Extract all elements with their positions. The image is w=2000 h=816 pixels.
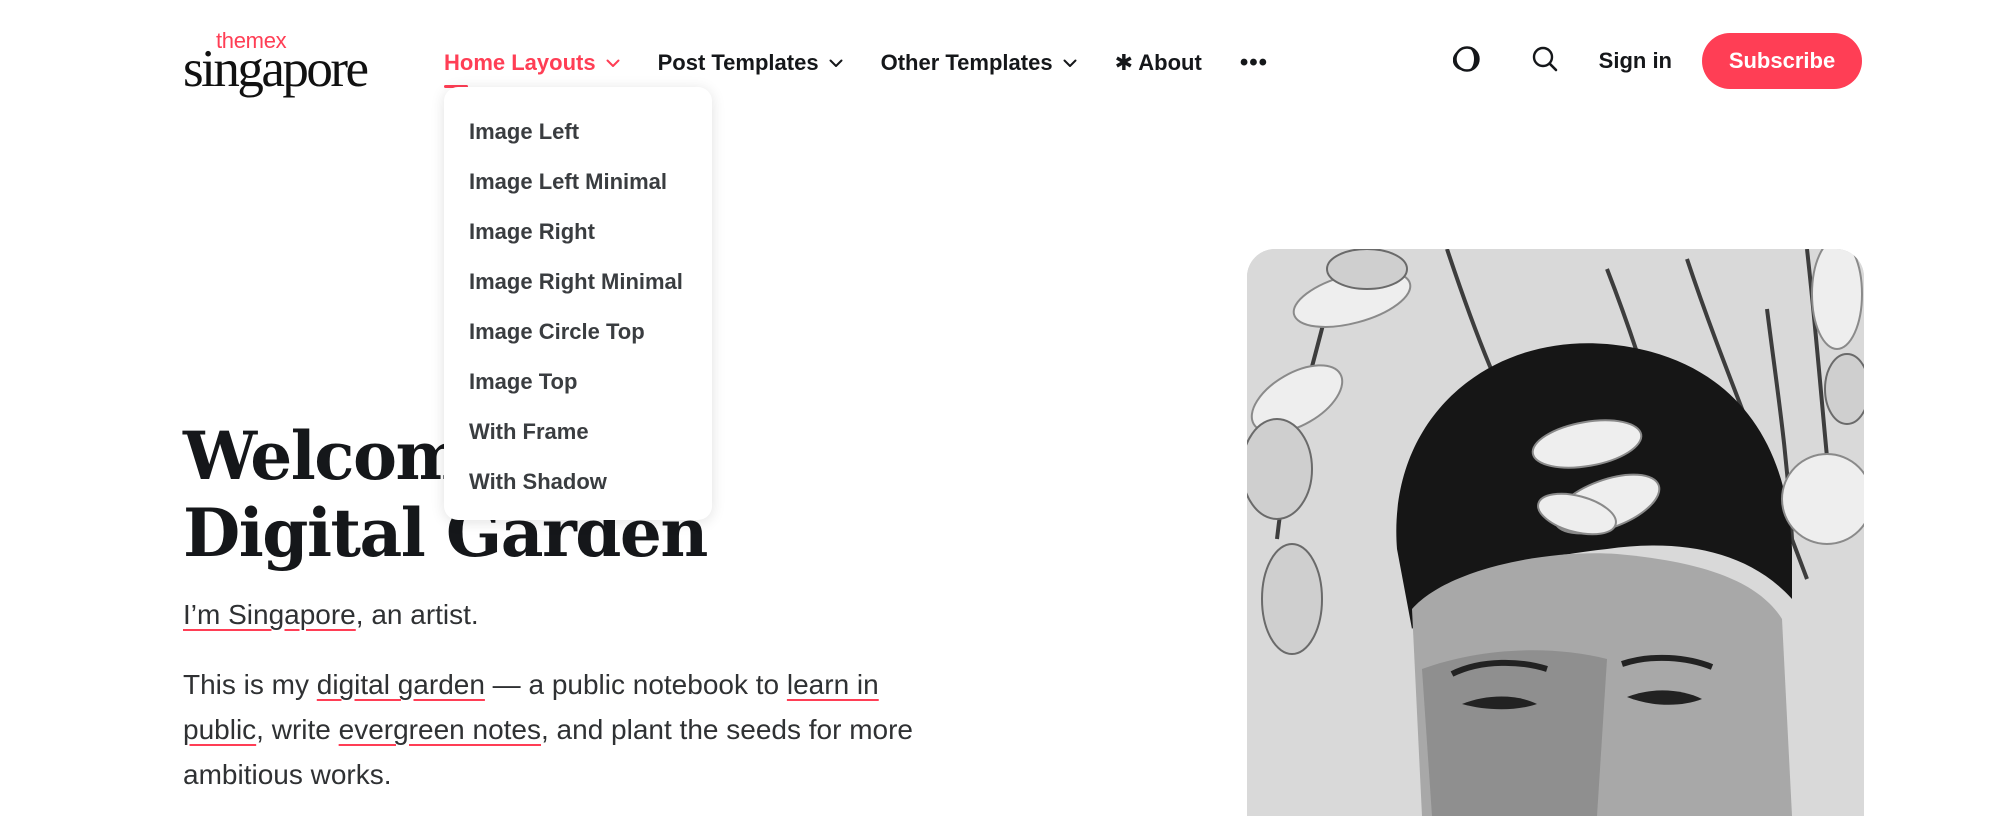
- more-dots-icon: •••: [1239, 49, 1269, 76]
- intro-text: , an artist.: [355, 599, 479, 630]
- dropdown-list: Image Left Image Left Minimal Image Righ…: [444, 87, 712, 507]
- description-text-2: — a public notebook to: [484, 669, 787, 700]
- header-actions: Sign in Subscribe: [1447, 33, 1862, 89]
- dropdown-item-image-right-minimal[interactable]: Image Right Minimal: [444, 257, 712, 307]
- dropdown-item-image-right[interactable]: Image Right: [444, 207, 712, 257]
- dropdown-item-with-frame[interactable]: With Frame: [444, 407, 712, 457]
- author-link[interactable]: I’m Singapore: [183, 599, 356, 630]
- chevron-down-icon: [829, 59, 843, 68]
- logo-wordmark: singapore: [183, 40, 369, 98]
- dropdown-item-image-top[interactable]: Image Top: [444, 357, 712, 407]
- nav-other-templates[interactable]: Other Templates: [881, 46, 1077, 80]
- portrait-illustration: [1247, 249, 1864, 816]
- nav-post-templates[interactable]: Post Templates: [658, 46, 843, 80]
- subscribe-button[interactable]: Subscribe: [1702, 33, 1862, 89]
- hero-intro: I’m Singapore, an artist.: [183, 595, 479, 635]
- digital-garden-link[interactable]: digital garden: [317, 669, 485, 700]
- nav-post-templates-label: Post Templates: [657, 50, 819, 75]
- description-text-3: , write: [256, 714, 339, 745]
- description-text-1: This is my: [183, 669, 317, 700]
- search-icon: [1531, 45, 1559, 78]
- subscribe-label: Subscribe: [1728, 48, 1836, 73]
- site-logo[interactable]: themex singapore: [183, 30, 383, 98]
- home-layouts-dropdown: Image Left Image Left Minimal Image Righ…: [444, 87, 712, 520]
- nav-more-button[interactable]: •••: [1240, 46, 1268, 80]
- theme-toggle-button[interactable]: [1447, 41, 1487, 81]
- dropdown-item-image-left[interactable]: Image Left: [444, 107, 712, 157]
- half-moon-icon: [1452, 45, 1481, 78]
- chevron-down-icon: [1063, 59, 1077, 68]
- chevron-down-icon: [606, 59, 620, 68]
- sign-in-link[interactable]: Sign in: [1599, 48, 1672, 74]
- dropdown-item-image-left-minimal[interactable]: Image Left Minimal: [444, 157, 712, 207]
- hero-description: This is my digital garden — a public not…: [183, 662, 963, 797]
- nav-about[interactable]: ✱ About: [1115, 46, 1202, 80]
- nav-home-layouts[interactable]: Home Layouts: [444, 46, 620, 88]
- nav-other-templates-label: Other Templates: [880, 50, 1053, 75]
- nav-home-layouts-label: Home Layouts: [444, 50, 596, 75]
- dropdown-item-with-shadow[interactable]: With Shadow: [444, 457, 712, 507]
- main-nav: Home Layouts Post Templates Other Templa…: [444, 46, 1268, 88]
- evergreen-notes-link[interactable]: evergreen notes: [339, 714, 541, 745]
- hero-portrait-image: [1247, 249, 1864, 816]
- search-button[interactable]: [1525, 41, 1565, 81]
- dropdown-item-image-circle-top[interactable]: Image Circle Top: [444, 307, 712, 357]
- nav-about-label: ✱ About: [1114, 50, 1202, 75]
